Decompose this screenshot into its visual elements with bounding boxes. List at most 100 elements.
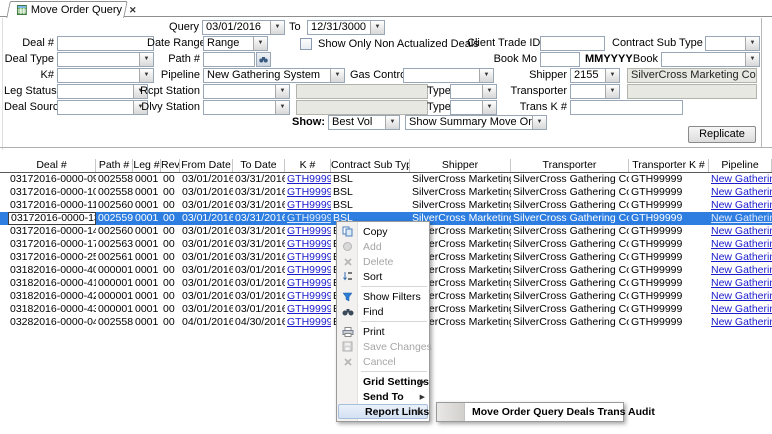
k-number-label: K# bbox=[4, 68, 54, 83]
client-trade-id-input[interactable] bbox=[540, 36, 605, 51]
date-range-label: Date Range bbox=[147, 36, 200, 51]
transporter-dropdown[interactable]: ▼ bbox=[570, 84, 620, 99]
cell-k-link[interactable]: GTH99999 bbox=[285, 212, 331, 225]
cell-transporter: SilverCross Gathering Co bbox=[511, 238, 629, 251]
leg-status-dropdown[interactable]: ▼ bbox=[57, 84, 148, 99]
book-mo-input[interactable] bbox=[540, 52, 580, 67]
column-header-cst[interactable]: Contract Sub Type bbox=[331, 159, 410, 172]
cell-pipeline-link[interactable]: New Gathering System bbox=[709, 264, 772, 277]
cell-k-link[interactable]: GTH99999 bbox=[285, 186, 331, 199]
cell-to: 03/01/2016 bbox=[233, 264, 285, 277]
column-header-to[interactable]: To Date bbox=[233, 159, 285, 172]
rcpt-type-dropdown[interactable]: ▼ bbox=[450, 84, 497, 99]
column-header-path[interactable]: Path # bbox=[96, 159, 133, 172]
deal-source-dropdown[interactable]: ▼ bbox=[57, 100, 148, 115]
cell-rev: 00 bbox=[161, 225, 180, 238]
column-header-rev[interactable]: Rev bbox=[161, 159, 180, 172]
menu-item-copy[interactable]: Copy bbox=[337, 224, 429, 239]
cell-pipeline-link[interactable]: New Gathering System bbox=[709, 316, 772, 329]
cell-k-link[interactable]: GTH99999 bbox=[285, 225, 331, 238]
cell-k-link[interactable]: GTH99999 bbox=[285, 238, 331, 251]
date-range-dropdown[interactable]: Range▼ bbox=[203, 36, 268, 51]
trans-k-number-input[interactable] bbox=[570, 100, 683, 115]
dlvy-station-label: Dlvy Station bbox=[140, 100, 200, 115]
replicate-button[interactable]: Replicate bbox=[688, 126, 756, 143]
contract-sub-type-dropdown[interactable]: ▼ bbox=[705, 36, 760, 51]
cell-pipeline-link[interactable]: New Gathering System bbox=[709, 225, 772, 238]
show-mode-dropdown[interactable]: Best Vol▼ bbox=[328, 115, 400, 130]
column-header-transporter[interactable]: Transporter bbox=[511, 159, 629, 172]
cell-deal: 03282016-0000-04 bbox=[8, 316, 96, 329]
menu-item-send-to[interactable]: Send To▶ bbox=[337, 389, 429, 404]
grid-header-row: Deal #Path #Leg #RevFrom DateTo DateK #C… bbox=[0, 159, 772, 173]
cell-pipeline-link[interactable]: New Gathering System bbox=[709, 303, 772, 316]
column-header-pipeline[interactable]: Pipeline bbox=[709, 159, 772, 172]
cell-rev: 00 bbox=[161, 173, 180, 186]
transporter-label: Transporter bbox=[507, 84, 567, 99]
menu-item-print[interactable]: Print bbox=[337, 324, 429, 339]
deal-type-dropdown[interactable]: ▼ bbox=[57, 52, 154, 67]
path-number-input[interactable] bbox=[203, 52, 255, 67]
grid-row[interactable]: 03172016-0000-0900255800010003/01/201603… bbox=[0, 173, 772, 186]
deal-number-input[interactable] bbox=[57, 36, 154, 51]
dlvy-station-dropdown[interactable]: ▼ bbox=[203, 100, 290, 115]
rcpt-type-label: Type bbox=[427, 84, 447, 99]
rcpt-station-dropdown[interactable]: ▼ bbox=[203, 84, 290, 99]
submenu-icon-gutter bbox=[437, 403, 465, 421]
cell-pipeline-link[interactable]: New Gathering System bbox=[709, 251, 772, 264]
cell-leg: 0001 bbox=[133, 290, 161, 303]
shipper-dropdown[interactable]: 2155▼ bbox=[570, 68, 620, 83]
cell-leg: 0001 bbox=[133, 238, 161, 251]
submenu-item-move-order-query-deals-trans-audit[interactable]: Move Order Query Deals Trans Audit bbox=[465, 406, 655, 418]
column-header-from[interactable]: From Date bbox=[180, 159, 233, 172]
dlvy-type-dropdown[interactable]: ▼ bbox=[450, 100, 497, 115]
cell-path: 000001 bbox=[96, 303, 133, 316]
cell-path: 000001 bbox=[96, 277, 133, 290]
menu-item-label: Find bbox=[358, 306, 383, 318]
cell-pipeline-link[interactable]: New Gathering System bbox=[709, 186, 772, 199]
book-dropdown[interactable]: ▼ bbox=[661, 52, 760, 67]
cell-pipeline-link[interactable]: New Gathering System bbox=[709, 199, 772, 212]
show-summary-dropdown[interactable]: Show Summary Move Orders▼ bbox=[405, 115, 547, 130]
menu-item-show-filters[interactable]: Show Filters bbox=[337, 289, 429, 304]
column-header-leg[interactable]: Leg # bbox=[133, 159, 161, 172]
menu-item-find[interactable]: Find bbox=[337, 304, 429, 319]
pipeline-dropdown[interactable]: New Gathering System▼ bbox=[203, 68, 345, 83]
gas-control-dropdown[interactable]: ▼ bbox=[403, 68, 494, 83]
query-from-date-dropdown[interactable]: 03/01/2016▼ bbox=[202, 20, 285, 35]
cell-k-link[interactable]: GTH99999 bbox=[285, 264, 331, 277]
cell-k-link[interactable]: GTH99999 bbox=[285, 277, 331, 290]
cell-k-link[interactable]: GTH99999 bbox=[285, 290, 331, 303]
menu-item-label: Add bbox=[358, 241, 382, 253]
cell-pipeline-link[interactable]: New Gathering System bbox=[709, 212, 772, 225]
form-grid-separator bbox=[0, 147, 772, 148]
column-header-shipper[interactable]: Shipper bbox=[410, 159, 511, 172]
cell-k-link[interactable]: GTH99999 bbox=[285, 173, 331, 186]
grid-row[interactable]: 03172016-0000-1000255800010003/01/201603… bbox=[0, 186, 772, 199]
rcpt-station-label: Rcpt Station bbox=[140, 84, 200, 99]
show-only-non-actualized-checkbox[interactable] bbox=[300, 38, 312, 50]
chevron-down-icon: ▼ bbox=[275, 85, 289, 98]
grid-row[interactable]: 03172016-0000-1100256000010003/01/201603… bbox=[0, 199, 772, 212]
cell-pipeline-link[interactable]: New Gathering System bbox=[709, 238, 772, 251]
cell-k-link[interactable]: GTH99999 bbox=[285, 303, 331, 316]
cell-k-link[interactable]: GTH99999 bbox=[285, 251, 331, 264]
query-to-date-dropdown[interactable]: 12/31/3000▼ bbox=[307, 20, 385, 35]
tab-close-icon[interactable]: ✕ bbox=[129, 5, 137, 16]
k-number-dropdown[interactable]: ▼ bbox=[57, 68, 154, 83]
cell-k-link[interactable]: GTH99999 bbox=[285, 199, 331, 212]
cell-pipeline-link[interactable]: New Gathering System bbox=[709, 277, 772, 290]
cell-pipeline-link[interactable]: New Gathering System bbox=[709, 290, 772, 303]
cell-to: 03/31/2016 bbox=[233, 212, 285, 225]
menu-item-report-links[interactable]: Report Links▶ bbox=[338, 404, 428, 419]
menu-item-sort[interactable]: Sort bbox=[337, 269, 429, 284]
tab-move-order-query[interactable]: Move Order Query ✕ bbox=[6, 1, 128, 18]
cell-k-link[interactable]: GTH99999 bbox=[285, 316, 331, 329]
cell-pipeline-link[interactable]: New Gathering System bbox=[709, 173, 772, 186]
column-header-transk[interactable]: Transporter K # bbox=[629, 159, 709, 172]
menu-item-grid-settings[interactable]: Grid Settings▶ bbox=[337, 374, 429, 389]
path-browse-button[interactable] bbox=[256, 52, 271, 67]
column-header-k[interactable]: K # bbox=[285, 159, 331, 172]
cell-rev: 00 bbox=[161, 264, 180, 277]
column-header-deal[interactable]: Deal # bbox=[8, 159, 96, 172]
